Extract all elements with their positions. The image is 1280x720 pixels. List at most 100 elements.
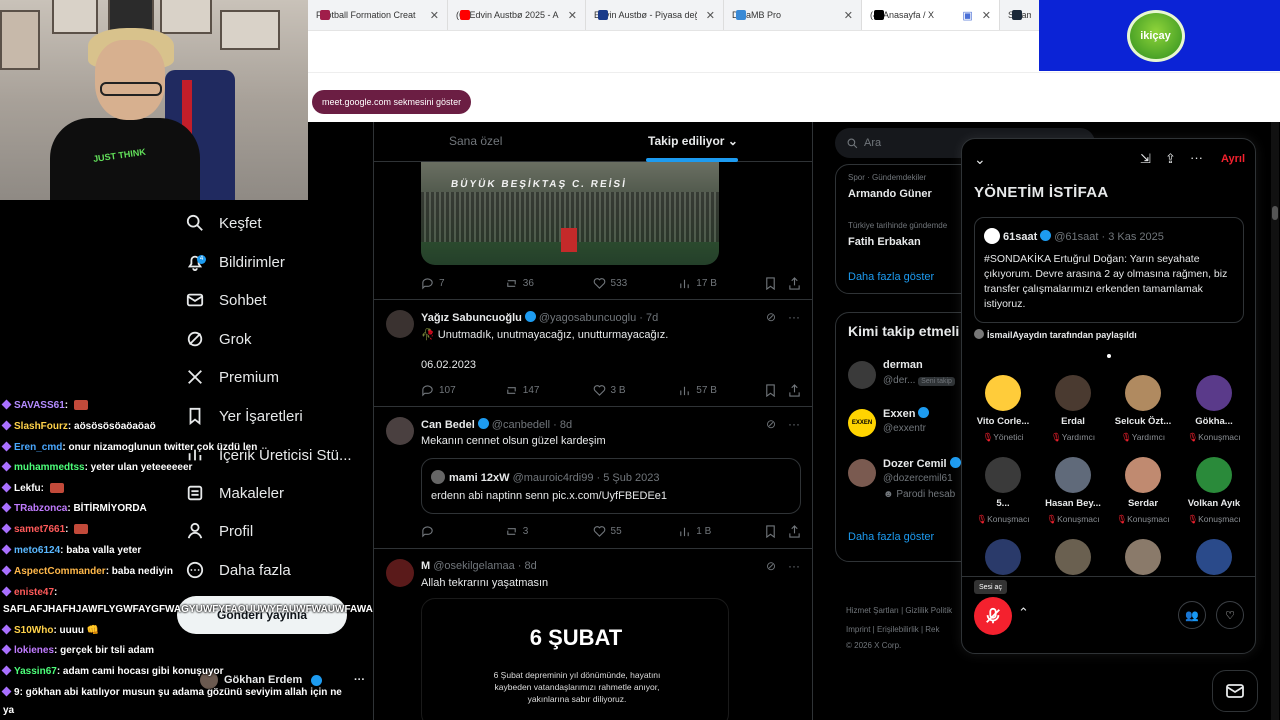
share-button[interactable] [788, 276, 801, 290]
participant[interactable]: Vito Corle... 🎙Yönetici [968, 375, 1038, 455]
share-button[interactable] [788, 383, 801, 397]
participant[interactable] [1038, 539, 1108, 579]
avatar[interactable] [386, 559, 414, 587]
views-button[interactable]: 1 B [678, 525, 764, 538]
chevron-up-icon[interactable]: ⌃ [1018, 605, 1029, 621]
like-button[interactable]: 533 [593, 277, 679, 290]
like-button[interactable]: 3 B [593, 384, 679, 397]
more-icon[interactable]: ··· [788, 559, 800, 573]
participant[interactable] [1108, 539, 1178, 579]
react-button[interactable]: ♡ [1216, 601, 1244, 629]
unmute-button[interactable] [974, 597, 1012, 635]
views-button[interactable]: 57 B [678, 384, 764, 397]
trend-item[interactable]: Fatih Erbakan [848, 236, 921, 248]
more-icon[interactable]: ··· [788, 310, 800, 324]
participant[interactable] [968, 539, 1038, 579]
follow-name[interactable]: Exxen [883, 407, 932, 420]
chat-username: SlashFourz [14, 421, 68, 432]
footer-links[interactable]: Hizmet Şartları | Gizlilik Politik [846, 606, 952, 615]
participants-button[interactable]: 👥 [1178, 601, 1206, 629]
nav-explore[interactable]: Keşfet [186, 208, 262, 238]
tab-media-icon[interactable]: ▣ [962, 9, 972, 22]
nav-premium[interactable]: Premium [186, 362, 279, 392]
participant[interactable] [1179, 539, 1249, 579]
nav-notifications[interactable]: 4 Bildirimler [186, 247, 285, 277]
avatar[interactable] [848, 361, 876, 389]
tab-transfermarkt[interactable]: Edvin Austbø - Piyasa değ ✕ [586, 0, 724, 30]
tab-datamb[interactable]: DataMB Pro ✕ [724, 0, 862, 30]
post-media-image[interactable]: 6 ŞUBAT 6 Şubat depreminin yıl dönümünde… [421, 598, 729, 720]
page-scrollbar[interactable] [1271, 122, 1279, 720]
participant[interactable]: Volkan Ayık 🎙Konuşmacı [1179, 457, 1249, 537]
show-more-link[interactable]: Daha fazla göster [848, 271, 934, 283]
participant[interactable]: Gökha... 🎙Konuşmacı [1179, 375, 1249, 455]
footer-links[interactable]: Imprint | Erişilebilirlik | Rek [846, 625, 940, 634]
show-more-link[interactable]: Daha fazla göster [848, 531, 934, 543]
scrollbar-thumb[interactable] [1272, 206, 1278, 220]
pinned-post[interactable]: 61saat @61saat · 3 Kas 2025 #SONDAKİKA Er… [974, 217, 1244, 323]
nav-bookmarks[interactable]: Yer İşaretleri [186, 401, 303, 431]
bookmark-button[interactable] [764, 383, 788, 397]
leave-button[interactable]: Ayrıl [1221, 153, 1245, 165]
views-button[interactable]: 17 B [678, 277, 764, 290]
nav-grok[interactable]: Grok [186, 324, 252, 354]
repost-icon [506, 386, 516, 394]
nav-more[interactable]: Daha fazla [186, 555, 291, 585]
tab-x-home[interactable]: (4) Anasayfa / X ▣ ✕ [862, 0, 1000, 30]
steam-icon [1012, 10, 1022, 20]
tab-close-icon[interactable]: ✕ [430, 9, 439, 22]
grok-icon[interactable]: ⊘ [766, 417, 776, 431]
tab-close-icon[interactable]: ✕ [706, 9, 715, 22]
tab-switch-tooltip[interactable]: meet.google.com sekmesini göster [312, 90, 472, 114]
repost-button[interactable]: 3 [505, 525, 593, 538]
participant[interactable]: Selcuk Özt... 🎙Yardımcı [1108, 375, 1178, 455]
mic-muted-icon: 🎙 [1046, 514, 1058, 524]
participant[interactable]: Hasan Bey... 🎙Konuşmacı [1038, 457, 1108, 537]
post-divider [374, 548, 812, 549]
reply-button[interactable]: 107 [421, 384, 505, 397]
bookmark-icon [766, 276, 775, 290]
follow-name[interactable]: derman [883, 359, 923, 371]
repost-button[interactable]: 36 [505, 277, 593, 290]
participant[interactable]: 5... 🎙Konuşmacı [968, 457, 1038, 537]
avatar[interactable] [386, 417, 414, 445]
tab-following[interactable]: Takip ediliyor ⌄ [648, 134, 738, 148]
share-icon[interactable]: ⇪ [1165, 151, 1176, 167]
like-button[interactable]: 55 [593, 525, 679, 538]
tab-close-icon[interactable]: ✕ [568, 9, 577, 22]
grok-icon[interactable]: ⊘ [766, 559, 776, 573]
nav-profile[interactable]: Profil [186, 516, 253, 546]
nav-articles[interactable]: Makaleler [186, 478, 284, 508]
collapse-chevron-icon[interactable]: ⌄ [974, 151, 986, 168]
nav-chat[interactable]: Sohbet [186, 285, 267, 315]
trend-item[interactable]: Armando Güner [848, 188, 932, 200]
tab-football-formation[interactable]: Football Formation Creat ✕ [308, 0, 448, 30]
participant[interactable]: Serdar 🎙Konuşmacı [1108, 457, 1178, 537]
minimize-icon[interactable]: ⇲ [1140, 151, 1151, 167]
tab-close-icon[interactable]: ✕ [982, 9, 991, 22]
avatar[interactable] [386, 310, 414, 338]
chat-username: Lekfu [14, 483, 41, 494]
more-icon[interactable]: ··· [1190, 150, 1203, 165]
reply-button[interactable]: 7 [421, 277, 505, 290]
quoted-post[interactable]: mami 12xW @mauroic4rdi99 · 5 Şub 2023 er… [421, 458, 801, 514]
bookmark-button[interactable] [764, 524, 788, 538]
webcam-overlay: JUST THINK [0, 0, 308, 200]
reply-button[interactable] [421, 525, 505, 538]
more-icon[interactable]: ··· [788, 417, 800, 431]
follow-name[interactable]: Dozer Cemil [883, 457, 964, 470]
post-media-image[interactable]: BÜYÜK BEŞİKTAŞ C. REİSİ [421, 162, 719, 265]
participant[interactable]: Erdal 🎙Yardımcı [1038, 375, 1108, 455]
tab-close-icon[interactable]: ✕ [844, 9, 853, 22]
tab-steam[interactable]: Steam [1000, 0, 1040, 30]
grok-icon[interactable]: ⊘ [766, 310, 776, 324]
tab-youtube[interactable]: (6) Edvin Austbø 2025 - A ✕ [448, 0, 586, 30]
exxen-logo[interactable]: EXXEN [848, 409, 876, 437]
avatar[interactable] [848, 459, 876, 487]
share-button[interactable] [788, 524, 801, 538]
verified-badge-icon [1040, 230, 1052, 241]
tab-for-you[interactable]: Sana özel [449, 134, 502, 148]
bookmark-button[interactable] [764, 276, 788, 290]
messages-button[interactable] [1212, 670, 1258, 712]
repost-button[interactable]: 147 [505, 384, 593, 397]
